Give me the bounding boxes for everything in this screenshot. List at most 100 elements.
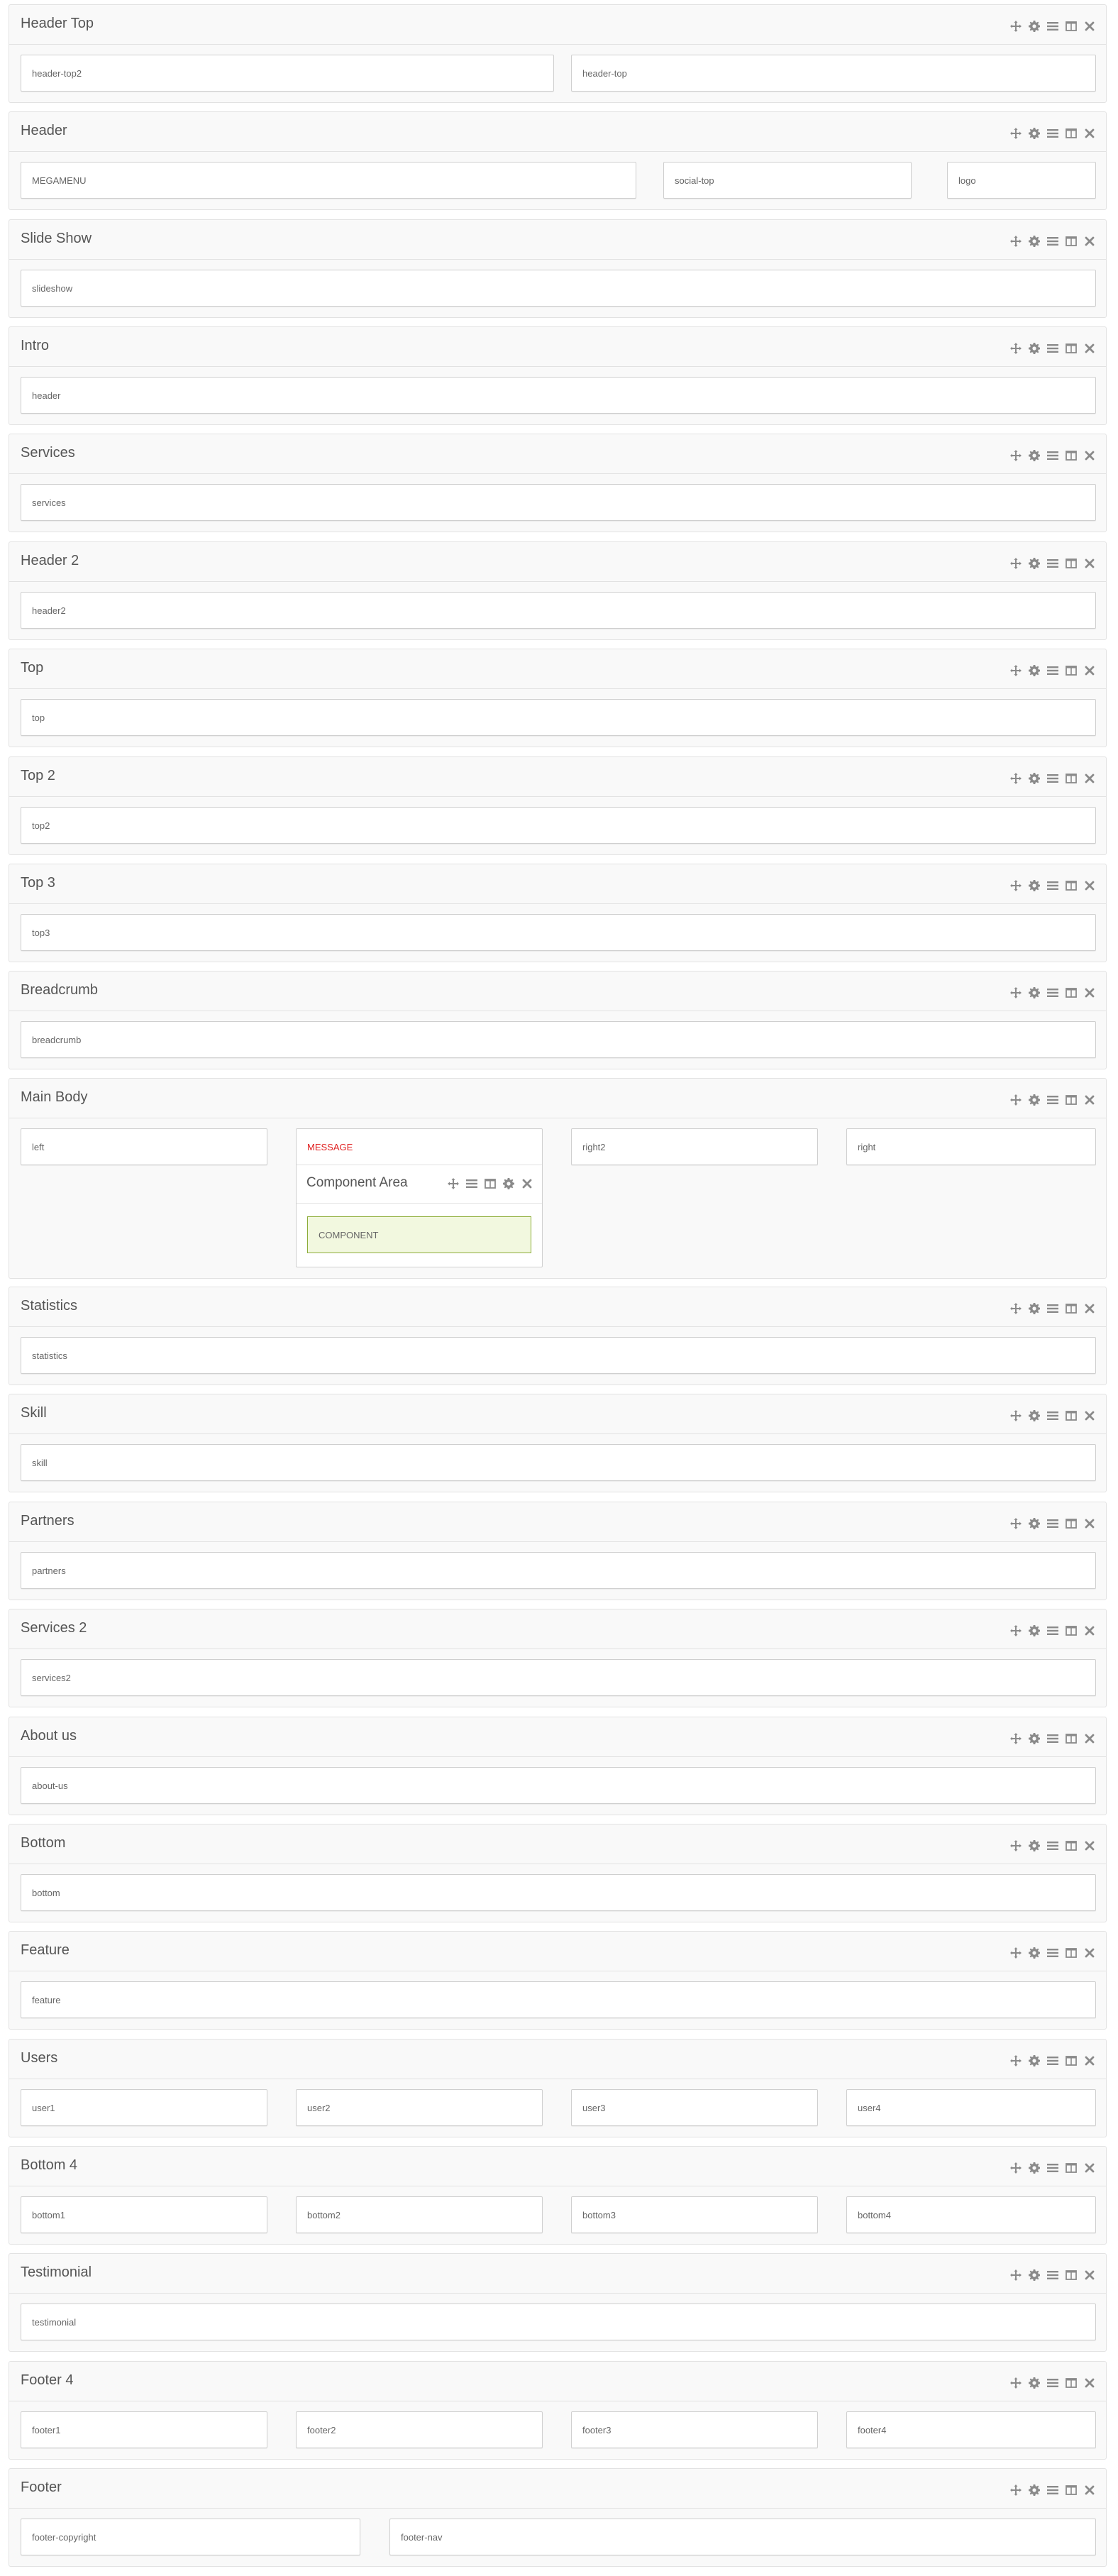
move-icon[interactable]: [1009, 557, 1022, 570]
close-icon[interactable]: [1083, 879, 1096, 892]
position-box-header-top2[interactable]: header-top2: [21, 55, 554, 92]
close-icon[interactable]: [1083, 2269, 1096, 2281]
columns-icon[interactable]: [1065, 1302, 1078, 1315]
position-box-top2[interactable]: top2: [21, 807, 1096, 844]
position-box-feature[interactable]: feature: [21, 1981, 1096, 2018]
menu-icon[interactable]: [1046, 2269, 1059, 2281]
position-box-user2[interactable]: user2: [296, 2089, 543, 2126]
menu-icon[interactable]: [1046, 1409, 1059, 1422]
gear-icon[interactable]: [1028, 449, 1041, 462]
move-icon[interactable]: [1009, 2054, 1022, 2067]
columns-icon[interactable]: [1065, 342, 1078, 355]
columns-icon[interactable]: [1065, 986, 1078, 999]
position-box-social-top[interactable]: social-top: [663, 162, 912, 199]
close-icon[interactable]: [1083, 1094, 1096, 1106]
position-box-footer-nav[interactable]: footer-nav: [389, 2519, 1096, 2555]
position-box-user3[interactable]: user3: [571, 2089, 818, 2126]
columns-icon[interactable]: [1065, 2484, 1078, 2497]
gear-icon[interactable]: [1028, 342, 1041, 355]
position-box-bottom[interactable]: bottom: [21, 1874, 1096, 1911]
position-box-user4[interactable]: user4: [846, 2089, 1096, 2126]
menu-icon[interactable]: [1046, 235, 1059, 248]
position-box-bottom1[interactable]: bottom1: [21, 2196, 267, 2233]
move-icon[interactable]: [1009, 1094, 1022, 1106]
columns-icon[interactable]: [1065, 1947, 1078, 1959]
move-icon[interactable]: [1009, 986, 1022, 999]
columns-icon[interactable]: [484, 1177, 497, 1190]
move-icon[interactable]: [1009, 235, 1022, 248]
columns-icon[interactable]: [1065, 1517, 1078, 1530]
close-icon[interactable]: [1083, 1302, 1096, 1315]
position-box-bottom4[interactable]: bottom4: [846, 2196, 1096, 2233]
close-icon[interactable]: [1083, 2054, 1096, 2067]
move-icon[interactable]: [1009, 342, 1022, 355]
move-icon[interactable]: [1009, 1839, 1022, 1852]
close-icon[interactable]: [1083, 2162, 1096, 2174]
menu-icon[interactable]: [1046, 2377, 1059, 2389]
move-icon[interactable]: [1009, 20, 1022, 33]
move-icon[interactable]: [1009, 1517, 1022, 1530]
gear-icon[interactable]: [1028, 986, 1041, 999]
position-box-partners[interactable]: partners: [21, 1552, 1096, 1589]
close-icon[interactable]: [1083, 1947, 1096, 1959]
close-icon[interactable]: [1083, 2377, 1096, 2389]
position-box-about-us[interactable]: about-us: [21, 1767, 1096, 1804]
move-icon[interactable]: [1009, 1732, 1022, 1745]
position-box-statistics[interactable]: statistics: [21, 1337, 1096, 1374]
columns-icon[interactable]: [1065, 557, 1078, 570]
move-icon[interactable]: [1009, 2484, 1022, 2497]
gear-icon[interactable]: [1028, 1947, 1041, 1959]
position-box-bottom2[interactable]: bottom2: [296, 2196, 543, 2233]
gear-icon[interactable]: [1028, 557, 1041, 570]
move-icon[interactable]: [1009, 772, 1022, 785]
menu-icon[interactable]: [1046, 20, 1059, 33]
menu-icon[interactable]: [1046, 1732, 1059, 1745]
position-box-footer4[interactable]: footer4: [846, 2411, 1096, 2448]
move-icon[interactable]: [1009, 2162, 1022, 2174]
position-box-logo[interactable]: logo: [947, 162, 1096, 199]
gear-icon[interactable]: [1028, 879, 1041, 892]
columns-icon[interactable]: [1065, 772, 1078, 785]
move-icon[interactable]: [447, 1177, 460, 1190]
gear-icon[interactable]: [1028, 127, 1041, 140]
menu-icon[interactable]: [1046, 879, 1059, 892]
menu-icon[interactable]: [1046, 449, 1059, 462]
gear-icon[interactable]: [1028, 2377, 1041, 2389]
move-icon[interactable]: [1009, 664, 1022, 677]
menu-icon[interactable]: [1046, 557, 1059, 570]
menu-icon[interactable]: [1046, 1517, 1059, 1530]
position-box-services2[interactable]: services2: [21, 1659, 1096, 1696]
move-icon[interactable]: [1009, 127, 1022, 140]
columns-icon[interactable]: [1065, 235, 1078, 248]
close-icon[interactable]: [1083, 20, 1096, 33]
position-box-left[interactable]: left: [21, 1128, 267, 1165]
menu-icon[interactable]: [1046, 1302, 1059, 1315]
position-box-skill[interactable]: skill: [21, 1444, 1096, 1481]
position-box-footer-copyright[interactable]: footer-copyright: [21, 2519, 360, 2555]
menu-icon[interactable]: [1046, 1839, 1059, 1852]
gear-icon[interactable]: [502, 1177, 515, 1190]
menu-icon[interactable]: [1046, 986, 1059, 999]
columns-icon[interactable]: [1065, 449, 1078, 462]
close-icon[interactable]: [1083, 235, 1096, 248]
columns-icon[interactable]: [1065, 20, 1078, 33]
close-icon[interactable]: [1083, 1839, 1096, 1852]
gear-icon[interactable]: [1028, 1839, 1041, 1852]
columns-icon[interactable]: [1065, 1732, 1078, 1745]
close-icon[interactable]: [1083, 2484, 1096, 2497]
position-box-megamenu[interactable]: MEGAMENU: [21, 162, 636, 199]
close-icon[interactable]: [1083, 127, 1096, 140]
move-icon[interactable]: [1009, 1302, 1022, 1315]
close-icon[interactable]: [1083, 1409, 1096, 1422]
columns-icon[interactable]: [1065, 879, 1078, 892]
move-icon[interactable]: [1009, 449, 1022, 462]
position-box-right2[interactable]: right2: [571, 1128, 818, 1165]
close-icon[interactable]: [521, 1177, 533, 1190]
gear-icon[interactable]: [1028, 772, 1041, 785]
close-icon[interactable]: [1083, 342, 1096, 355]
position-box-header2[interactable]: header2: [21, 592, 1096, 629]
columns-icon[interactable]: [1065, 2269, 1078, 2281]
close-icon[interactable]: [1083, 986, 1096, 999]
menu-icon[interactable]: [1046, 2054, 1059, 2067]
move-icon[interactable]: [1009, 2269, 1022, 2281]
